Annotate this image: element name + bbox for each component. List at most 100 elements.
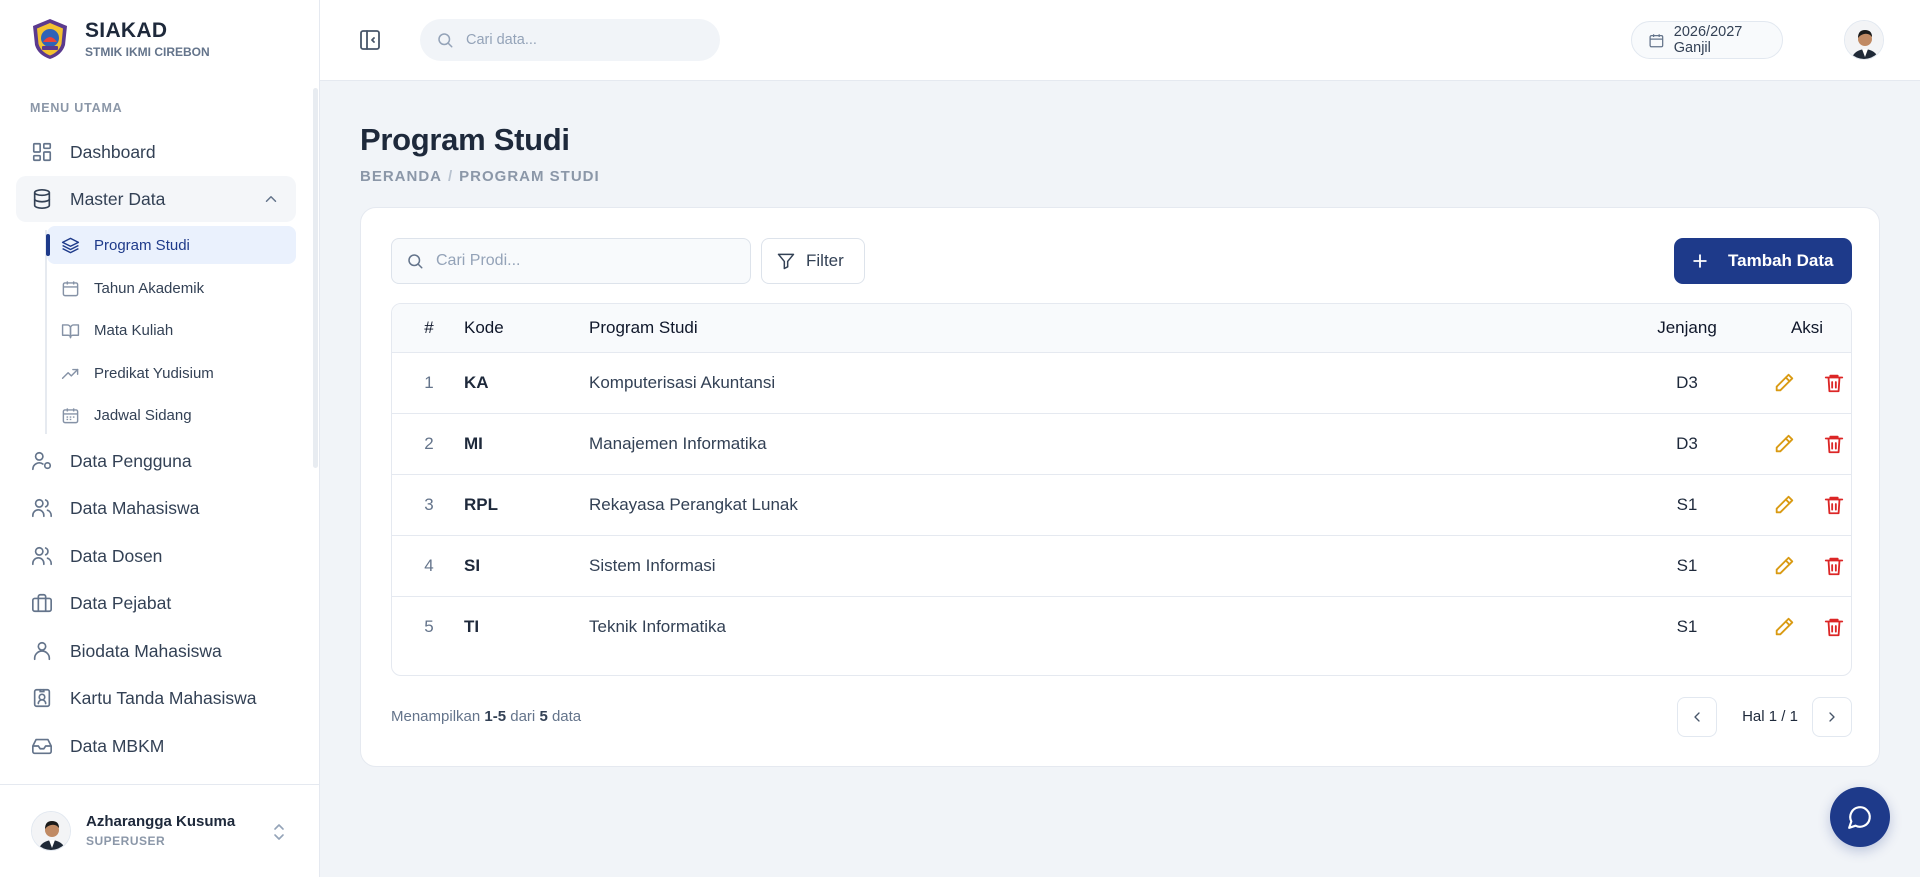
inbox-icon [30, 734, 54, 758]
chevrons-up-down-icon[interactable] [272, 822, 286, 842]
row-number: 5 [424, 617, 434, 636]
sidebar-item-data-dosen[interactable]: Data Dosen [16, 533, 296, 579]
edit-pencil-icon[interactable] [1773, 433, 1795, 455]
sidebar-item-label: Data Pengguna [70, 450, 192, 471]
row-number: 2 [424, 434, 434, 453]
sidebar-subitem-tahun-akademik[interactable]: Tahun Akademik [47, 269, 296, 307]
sidebar-toggle-icon[interactable] [358, 28, 382, 52]
edit-pencil-icon[interactable] [1773, 494, 1795, 516]
row-kode: KA [464, 373, 489, 392]
chevron-up-icon [265, 196, 277, 202]
user-role: SUPERUSER [86, 834, 166, 848]
row-jenjang: S1 [1676, 556, 1698, 575]
sidebar-item-data-pejabat[interactable]: Data Pejabat [16, 580, 296, 626]
table-row[interactable]: 4 SI Sistem Informasi S1 [392, 536, 1851, 597]
sidebar-subitem-mata-kuliah[interactable]: Mata Kuliah [47, 311, 296, 349]
row-number: 1 [424, 373, 434, 392]
sidebar-subitem-jadwal-sidang[interactable]: Jadwal Sidang [47, 396, 296, 434]
previous-page-button[interactable] [1677, 697, 1717, 737]
delete-trash-icon[interactable] [1823, 372, 1845, 394]
campus-logo [33, 19, 67, 59]
program-studi-card: Filter Tambah Data # Kode Program Studi … [360, 207, 1880, 767]
search-icon [408, 254, 423, 269]
user-name: Azharangga Kusuma [86, 813, 236, 830]
calendar-days-icon [60, 405, 80, 425]
edit-pencil-icon[interactable] [1773, 616, 1795, 638]
briefcase-icon [30, 591, 54, 615]
row-kode: MI [464, 434, 483, 453]
row-number: 4 [424, 556, 434, 575]
sidebar-item-master-data[interactable]: Master Data [16, 176, 296, 222]
edit-pencil-icon[interactable] [1773, 372, 1795, 394]
active-indicator [46, 234, 50, 256]
sidebar-item-data-mbkm[interactable]: Data MBKM [16, 723, 296, 769]
prodi-search[interactable] [391, 238, 751, 284]
filter-button-label: Filter [806, 251, 844, 270]
next-page-button[interactable] [1812, 697, 1852, 737]
column-header-jenjang[interactable]: Jenjang [1642, 318, 1732, 338]
filter-icon [777, 253, 795, 270]
academic-period-selector[interactable]: 2026/2027 Ganjil [1631, 21, 1783, 59]
sidebar-item-dashboard[interactable]: Dashboard [16, 129, 296, 175]
sidebar-item-label: Data Pejabat [70, 592, 172, 613]
pagination-summary: Menampilkan 1-5 dari 5 data [391, 708, 581, 725]
row-number: 3 [424, 495, 434, 514]
row-program-studi: Komputerisasi Akuntansi [589, 373, 776, 392]
column-header-program-studi[interactable]: Program Studi [589, 318, 698, 338]
academic-period-label: 2026/2027 Ganjil [1673, 24, 1743, 56]
sidebar-subitem-predikat-yudisium[interactable]: Predikat Yudisium [47, 354, 296, 392]
delete-trash-icon[interactable] [1823, 555, 1845, 577]
sidebar-item-label: Kartu Tanda Mahasiswa [70, 687, 257, 708]
plus-icon [1693, 254, 1707, 268]
layout-grid-icon [30, 140, 54, 164]
edit-pencil-icon[interactable] [1773, 555, 1795, 577]
sidebar-subitem-label: Predikat Yudisium [94, 364, 214, 382]
sidebar-scrollbar[interactable] [313, 88, 318, 468]
users-icon [30, 544, 54, 568]
row-program-studi: Rekayasa Perangkat Lunak [589, 495, 798, 514]
users-icon [30, 496, 54, 520]
global-search-input[interactable] [466, 32, 686, 48]
delete-trash-icon[interactable] [1823, 433, 1845, 455]
breadcrumb-home[interactable]: BERANDA [360, 168, 442, 185]
row-jenjang: D3 [1676, 434, 1698, 453]
sidebar-item-data-mahasiswa[interactable]: Data Mahasiswa [16, 485, 296, 531]
row-program-studi: Manajemen Informatika [589, 434, 767, 453]
table-row[interactable]: 2 MI Manajemen Informatika D3 [392, 414, 1851, 475]
chat-button[interactable] [1830, 787, 1890, 847]
sidebar: SIAKAD STMIK IKMI CIREBON MENU UTAMA Das… [0, 0, 320, 877]
column-header-kode[interactable]: Kode [464, 318, 504, 338]
summary-range: 1-5 [484, 708, 507, 725]
table-header: # Kode Program Studi Jenjang Aksi [392, 304, 1851, 353]
database-icon [30, 187, 54, 211]
global-search[interactable] [420, 19, 720, 61]
table-row[interactable]: 3 RPL Rekayasa Perangkat Lunak S1 [392, 475, 1851, 536]
sidebar-subitem-label: Tahun Akademik [94, 279, 205, 297]
chevron-left-icon [1694, 712, 1700, 722]
sidebar-item-label: Data MBKM [70, 735, 165, 756]
summary-suffix: data [551, 708, 582, 725]
calendar-icon [1649, 33, 1664, 47]
layers-icon [60, 235, 80, 255]
prodi-search-input[interactable] [436, 252, 736, 270]
app-title: SIAKAD [85, 19, 168, 42]
institution-name: STMIK IKMI CIREBON [85, 45, 210, 59]
brand[interactable]: SIAKAD STMIK IKMI CIREBON [30, 18, 210, 60]
profile-avatar[interactable] [1844, 20, 1884, 60]
sidebar-item-kartu-tanda-mahasiswa[interactable]: Kartu Tanda Mahasiswa [16, 675, 296, 721]
delete-trash-icon[interactable] [1823, 494, 1845, 516]
table-row[interactable]: 1 KA Komputerisasi Akuntansi D3 [392, 353, 1851, 414]
add-data-button[interactable]: Tambah Data [1674, 238, 1852, 284]
table-row[interactable]: 5 TI Teknik Informatika S1 [392, 597, 1851, 658]
delete-trash-icon[interactable] [1823, 616, 1845, 638]
sidebar-item-biodata-mahasiswa[interactable]: Biodata Mahasiswa [16, 628, 296, 674]
sidebar-item-data-pengguna[interactable]: Data Pengguna [16, 438, 296, 484]
filter-button[interactable]: Filter [761, 238, 865, 284]
message-circle-icon [1848, 806, 1871, 829]
row-kode: SI [464, 556, 481, 575]
prodi-table: # Kode Program Studi Jenjang Aksi 1 KA K… [391, 303, 1852, 676]
sidebar-subitem-program-studi[interactable]: Program Studi [47, 226, 296, 264]
chevron-right-icon [1829, 712, 1835, 722]
user-cog-icon [30, 449, 54, 473]
user-menu[interactable]: Azharangga Kusuma SUPERUSER [0, 784, 319, 877]
